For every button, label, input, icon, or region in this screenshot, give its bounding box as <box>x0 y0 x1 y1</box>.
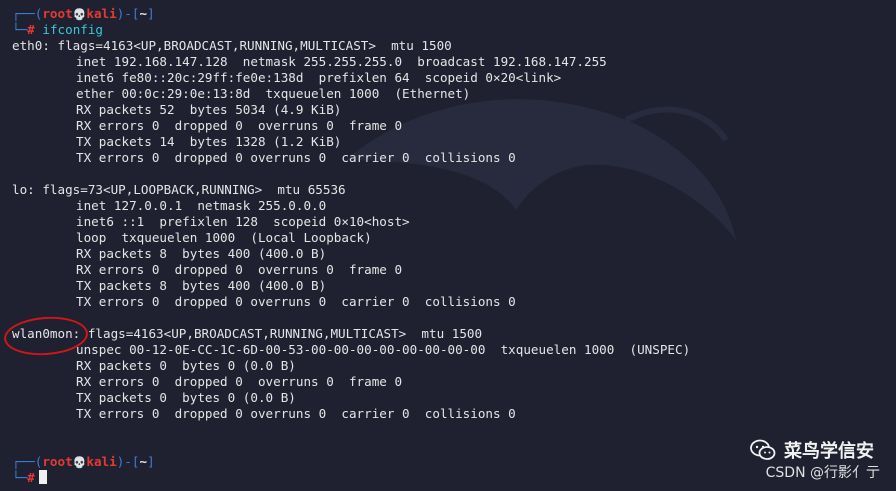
prompt-line-1: ┌──(root💀kali)-[~] <box>12 6 155 21</box>
prompt-path: ~ <box>139 454 148 469</box>
prompt-user: root <box>42 454 73 469</box>
output-line: lo: flags=73<UP,LOOPBACK,RUNNING> mtu 65… <box>12 182 346 197</box>
output-line: inet6 ::1 prefixlen 128 scopeid 0×10<hos… <box>76 214 410 229</box>
output-line: ether 00:0c:29:0e:13:8d txqueuelen 1000 … <box>76 86 471 101</box>
output-line: inet 127.0.0.1 netmask 255.0.0.0 <box>76 198 327 213</box>
output-line: RX packets 52 bytes 5034 (4.9 KiB) <box>76 102 342 117</box>
prompt-line-2: ┌──(root💀kali)-[~] <box>12 454 155 469</box>
output-line: TX errors 0 dropped 0 overruns 0 carrier… <box>76 406 516 421</box>
text-cursor <box>38 470 47 484</box>
output-line: RX packets 8 bytes 400 (400.0 B) <box>76 246 327 261</box>
skull-icon: 💀 <box>72 456 87 469</box>
wechat-icon <box>750 439 776 460</box>
output-line: RX errors 0 dropped 0 overruns 0 frame 0 <box>76 118 403 133</box>
prompt-host: kali <box>86 454 117 469</box>
output-line: RX errors 0 dropped 0 overruns 0 frame 0 <box>76 262 403 277</box>
prompt-path: ~ <box>139 6 148 21</box>
output-line: TX errors 0 dropped 0 overruns 0 carrier… <box>76 294 516 309</box>
command-line-2[interactable]: └─# <box>12 470 47 486</box>
output-line: unspec 00-12-0E-CC-1C-6D-00-53-00-00-00-… <box>76 342 691 357</box>
output-line: inet6 fe80::20c:29ff:fe0e:138d prefixlen… <box>76 70 562 85</box>
command-text: ifconfig <box>42 22 104 37</box>
skull-icon: 💀 <box>72 8 87 21</box>
terminal-window[interactable]: ┌──(root💀kali)-[~] └─# ifconfig eth0: fl… <box>0 0 896 491</box>
output-line: loop txqueuelen 1000 (Local Loopback) <box>76 230 372 245</box>
brand-watermark: 菜鸟学信安 <box>750 437 874 463</box>
prompt-user: root <box>42 6 73 21</box>
output-line: eth0: flags=4163<UP,BROADCAST,RUNNING,MU… <box>12 38 452 53</box>
output-line: inet 192.168.147.128 netmask 255.255.255… <box>76 54 607 69</box>
output-line: RX packets 0 bytes 0 (0.0 B) <box>76 358 296 373</box>
output-line: TX errors 0 dropped 0 overruns 0 carrier… <box>76 150 516 165</box>
prompt-host: kali <box>86 6 117 21</box>
output-line: TX packets 8 bytes 400 (400.0 B) <box>76 278 327 293</box>
output-line: RX errors 0 dropped 0 overruns 0 frame 0 <box>76 374 403 389</box>
command-line-1: └─# ifconfig <box>12 22 104 37</box>
brand-watermark-text: 菜鸟学信安 <box>784 441 874 462</box>
csdn-watermark: CSDN @行影亻亍 <box>765 465 880 481</box>
output-line: TX packets 0 bytes 0 (0.0 B) <box>76 390 296 405</box>
output-line: TX packets 14 bytes 1328 (1.2 KiB) <box>76 134 342 149</box>
